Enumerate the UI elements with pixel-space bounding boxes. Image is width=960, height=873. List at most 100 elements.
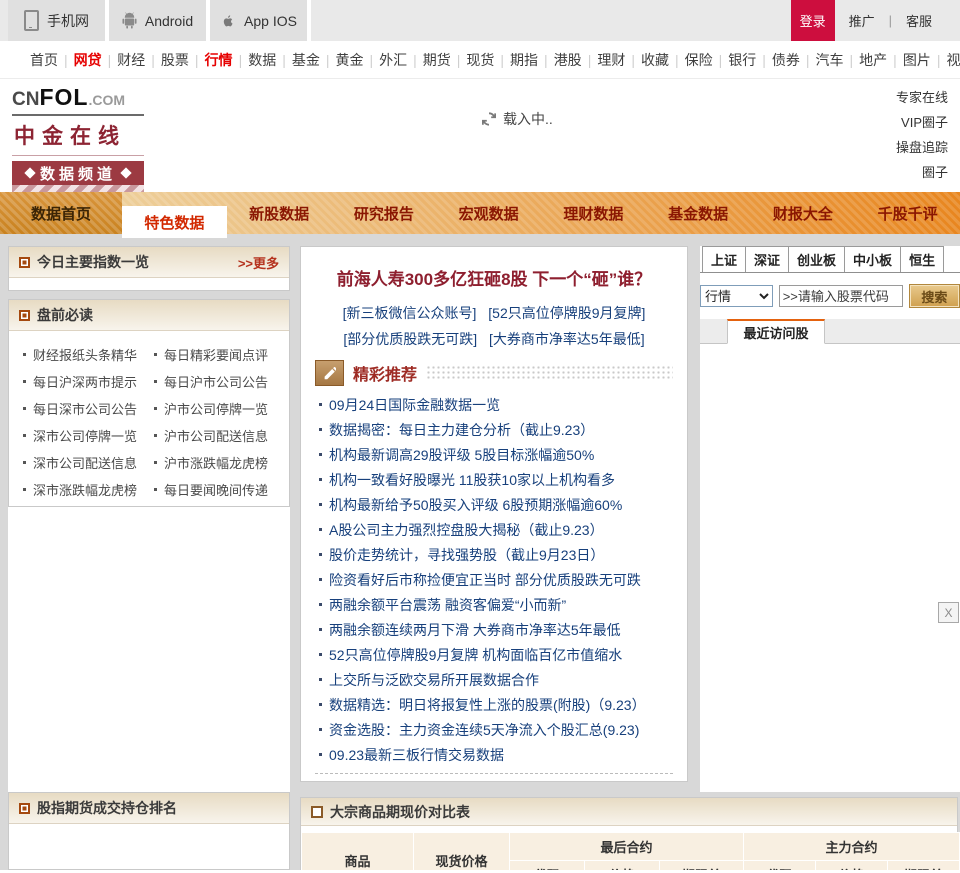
promotion-link[interactable]: 推广 bbox=[849, 11, 875, 30]
search-button[interactable]: 搜索 bbox=[908, 284, 960, 308]
pre-market-link[interactable]: 每日沪深两市提示 bbox=[33, 372, 137, 391]
nav-hangqing[interactable]: 行情 bbox=[205, 50, 233, 70]
recommend-link[interactable]: 数据精选：明日将报复性上涨的股票(附股)（9.23） bbox=[329, 695, 646, 715]
tab-research-reports[interactable]: 研究报告 bbox=[332, 192, 437, 234]
site-logo[interactable]: CNFOL.COM 中金在线 数据频道 bbox=[12, 85, 144, 192]
nav-licai[interactable]: 理财 bbox=[597, 50, 625, 70]
recommend-link[interactable]: 险资看好后市称捡便宜正当时 部分优质股跌无可跌 bbox=[329, 570, 641, 590]
pre-market-link[interactable]: 财经报纸头条精华 bbox=[33, 345, 137, 364]
trading-track-link[interactable]: 操盘追踪 bbox=[896, 135, 948, 160]
nav-sep: | bbox=[282, 51, 286, 68]
list-item: 深市涨跌幅龙虎榜 bbox=[23, 476, 154, 503]
recommend-link[interactable]: 资金选股：主力资金连续5天净流入个股汇总(9.23) bbox=[329, 720, 639, 740]
nav-shuju[interactable]: 数据 bbox=[248, 50, 276, 70]
android-app-button[interactable]: Android bbox=[109, 0, 210, 41]
nav-sep: | bbox=[849, 51, 854, 68]
tab-wealth-data[interactable]: 理财数据 bbox=[541, 192, 646, 234]
recommend-list: 09月24日国际金融数据一览 数据揭密：每日主力建仓分析（截止9.23） 机构最… bbox=[315, 392, 673, 767]
nav-home[interactable]: 首页 bbox=[30, 50, 58, 70]
nav-sep: | bbox=[544, 51, 548, 68]
tab-special-data[interactable]: 特色数据 bbox=[122, 206, 227, 238]
pre-market-link[interactable]: 深市公司停牌一览 bbox=[33, 426, 137, 445]
tab-data-home[interactable]: 数据首页 bbox=[0, 192, 122, 234]
pre-market-link[interactable]: 每日沪市公司公告 bbox=[164, 372, 268, 391]
recommend-link[interactable]: 上交所与泛欧交易所开展数据合作 bbox=[329, 670, 539, 690]
headline-link[interactable]: 前海人寿300多亿狂砸8股 下一个“砸”谁？ bbox=[315, 265, 673, 290]
customer-service-link[interactable]: 客服 bbox=[906, 11, 932, 30]
sub-link[interactable]: [52只高位停牌股9月复牌] bbox=[488, 305, 645, 321]
vip-circle-link[interactable]: VIP圈子 bbox=[896, 110, 948, 135]
loading-indicator: 载入中.. bbox=[482, 109, 553, 129]
recommend-link[interactable]: 09月24日国际金融数据一览 bbox=[329, 395, 500, 415]
pre-market-link[interactable]: 每日要闻晚间传递 bbox=[164, 480, 268, 499]
pre-market-link[interactable]: 沪市公司配送信息 bbox=[164, 426, 268, 445]
nav-shoucang[interactable]: 收藏 bbox=[641, 50, 669, 70]
pre-market-link[interactable]: 深市涨跌幅龙虎榜 bbox=[33, 480, 137, 499]
list-item: 财经报纸头条精华 bbox=[23, 341, 154, 368]
more-link[interactable]: >>更多 bbox=[238, 253, 279, 272]
nav-zhaiquan[interactable]: 债券 bbox=[772, 50, 800, 70]
close-button[interactable]: X bbox=[938, 602, 959, 623]
nav-shipin[interactable]: 视频 bbox=[946, 50, 960, 70]
col-spot-price: 现货价格 bbox=[413, 832, 510, 870]
pre-market-link[interactable]: 每日精彩要闻点评 bbox=[164, 345, 268, 364]
nav-gupiao[interactable]: 股票 bbox=[161, 50, 189, 70]
pre-market-link[interactable]: 每日深市公司公告 bbox=[33, 399, 137, 418]
recommend-link[interactable]: 两融余额连续两月下滑 大券商市净率达5年最低 bbox=[329, 620, 621, 640]
nav-jijin[interactable]: 基金 bbox=[292, 50, 320, 70]
tab-stock-reviews[interactable]: 千股千评 bbox=[855, 192, 960, 234]
expert-online-link[interactable]: 专家在线 bbox=[896, 85, 948, 110]
nav-tupian[interactable]: 图片 bbox=[903, 50, 931, 70]
tab-financial-reports[interactable]: 财报大全 bbox=[751, 192, 856, 234]
circle-link[interactable]: 圈子 bbox=[896, 160, 948, 185]
mobile-site-button[interactable]: 手机网 bbox=[8, 0, 109, 41]
pre-market-link[interactable]: 深市公司配送信息 bbox=[33, 453, 137, 472]
pre-market-link[interactable]: 沪市涨跌幅龙虎榜 bbox=[164, 453, 268, 472]
sub-link[interactable]: [大券商市净率达5年最低] bbox=[489, 331, 645, 347]
quote-type-select[interactable]: 行情 bbox=[700, 285, 773, 307]
tab-recent-stocks[interactable]: 最近访问股 bbox=[727, 319, 825, 344]
nav-waihui[interactable]: 外汇 bbox=[379, 50, 407, 70]
recommend-link[interactable]: 09.23最新三板行情交易数据 bbox=[329, 745, 504, 765]
nav-huangjin[interactable]: 黄金 bbox=[335, 50, 363, 70]
pre-market-link[interactable]: 沪市公司停牌一览 bbox=[164, 399, 268, 418]
nav-qiche[interactable]: 汽车 bbox=[816, 50, 844, 70]
recommend-link[interactable]: 两融余额平台震荡 融资客偏爱“小而新” bbox=[329, 595, 566, 615]
recommend-link[interactable]: 股价走势统计，寻找强势股（截止9月23日） bbox=[329, 545, 604, 565]
list-item: 数据精选：明日将报复性上涨的股票(附股)（9.23） bbox=[319, 692, 673, 717]
recommend-link[interactable]: 机构一致看好股曝光 11股获10家以上机构看多 bbox=[329, 470, 615, 490]
sub-link[interactable]: [新三板微信公众账号] bbox=[343, 305, 477, 321]
tab-chinext[interactable]: 创业板 bbox=[788, 246, 846, 272]
ios-app-button[interactable]: App IOS bbox=[210, 0, 311, 41]
nav-xianhuo[interactable]: 现货 bbox=[466, 50, 494, 70]
nav-baoxian[interactable]: 保险 bbox=[685, 50, 713, 70]
android-app-label: Android bbox=[144, 12, 194, 29]
recommend-link[interactable]: 数据揭密：每日主力建仓分析（截止9.23） bbox=[329, 420, 594, 440]
recommend-link[interactable]: A股公司主力强烈控盘股大揭秘（截止9.23） bbox=[329, 520, 604, 540]
tab-fund-data[interactable]: 基金数据 bbox=[646, 192, 751, 234]
index-futures-title: 股指期货成交持仓排名 bbox=[37, 800, 177, 816]
nav-qizhi[interactable]: 期指 bbox=[510, 50, 538, 70]
tab-sme[interactable]: 中小板 bbox=[844, 246, 902, 272]
tab-ipo-data[interactable]: 新股数据 bbox=[227, 192, 332, 234]
tab-hangseng[interactable]: 恒生 bbox=[900, 246, 945, 272]
android-icon bbox=[122, 12, 137, 29]
recommend-link[interactable]: 机构最新给予50股买入评级 6股预期涨幅逾60% bbox=[329, 495, 622, 515]
login-button[interactable]: 登录 bbox=[790, 0, 835, 41]
bullet-icon bbox=[23, 353, 26, 356]
nav-yinhang[interactable]: 银行 bbox=[728, 50, 756, 70]
recommend-link[interactable]: 机构最新调高29股评级 5股目标涨幅逾50% bbox=[329, 445, 594, 465]
recommend-link[interactable]: 52只高位停牌股9月复牌 机构面临百亿市值缩水 bbox=[329, 645, 622, 665]
nav-wangdai[interactable]: 网贷 bbox=[74, 50, 102, 70]
diamond-icon bbox=[24, 167, 36, 179]
nav-ganggu[interactable]: 港股 bbox=[554, 50, 582, 70]
tab-macro-data[interactable]: 宏观数据 bbox=[436, 192, 541, 234]
nav-dichan[interactable]: 地产 bbox=[859, 50, 887, 70]
tab-shanghai[interactable]: 上证 bbox=[702, 246, 747, 272]
nav-qihuo[interactable]: 期货 bbox=[423, 50, 451, 70]
sub-link[interactable]: [部分优质股跌无可跌] bbox=[343, 331, 477, 347]
stock-code-input[interactable] bbox=[778, 285, 903, 307]
tab-shenzhen[interactable]: 深证 bbox=[745, 246, 790, 272]
nav-caijing[interactable]: 财经 bbox=[117, 50, 145, 70]
loading-text: 载入中.. bbox=[503, 111, 553, 127]
